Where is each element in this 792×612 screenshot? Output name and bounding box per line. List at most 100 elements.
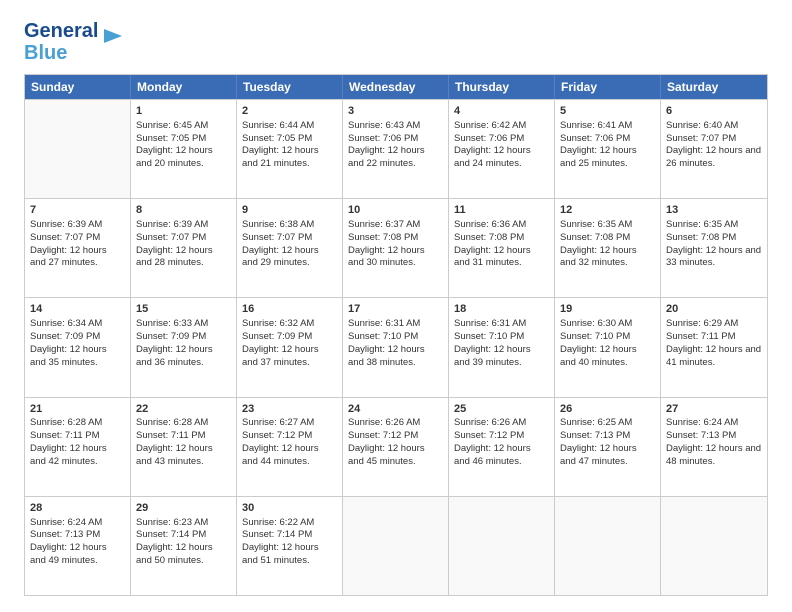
calendar-cell: 15Sunrise: 6:33 AMSunset: 7:09 PMDayligh…: [131, 298, 237, 396]
sunset-label: Sunset: 7:12 PM: [242, 430, 312, 441]
sunrise-label: Sunrise: 6:28 AM: [136, 417, 208, 428]
sunrise-label: Sunrise: 6:38 AM: [242, 219, 314, 230]
calendar-cell: 3Sunrise: 6:43 AMSunset: 7:06 PMDaylight…: [343, 100, 449, 198]
day-number: 22: [136, 402, 231, 417]
day-number: 30: [242, 501, 337, 516]
daylight-label: Daylight: 12 hours and 29 minutes.: [242, 245, 319, 269]
sunset-label: Sunset: 7:06 PM: [454, 133, 524, 144]
sunset-label: Sunset: 7:07 PM: [136, 232, 206, 243]
daylight-label: Daylight: 12 hours and 28 minutes.: [136, 245, 213, 269]
sunrise-label: Sunrise: 6:45 AM: [136, 120, 208, 131]
sunset-label: Sunset: 7:11 PM: [30, 430, 100, 441]
daylight-label: Daylight: 12 hours and 35 minutes.: [30, 344, 107, 368]
sunset-label: Sunset: 7:09 PM: [242, 331, 312, 342]
day-number: 20: [666, 302, 762, 317]
day-number: 28: [30, 501, 125, 516]
day-number: 9: [242, 203, 337, 218]
sunrise-label: Sunrise: 6:39 AM: [136, 219, 208, 230]
calendar-cell: 8Sunrise: 6:39 AMSunset: 7:07 PMDaylight…: [131, 199, 237, 297]
sunrise-label: Sunrise: 6:26 AM: [454, 417, 526, 428]
daylight-label: Daylight: 12 hours and 33 minutes.: [666, 245, 761, 269]
sunrise-label: Sunrise: 6:36 AM: [454, 219, 526, 230]
day-number: 18: [454, 302, 549, 317]
calendar-cell: 5Sunrise: 6:41 AMSunset: 7:06 PMDaylight…: [555, 100, 661, 198]
calendar-body: 1Sunrise: 6:45 AMSunset: 7:05 PMDaylight…: [25, 99, 767, 595]
sunrise-label: Sunrise: 6:35 AM: [560, 219, 632, 230]
sunset-label: Sunset: 7:13 PM: [560, 430, 630, 441]
sunrise-label: Sunrise: 6:27 AM: [242, 417, 314, 428]
daylight-label: Daylight: 12 hours and 36 minutes.: [136, 344, 213, 368]
daylight-label: Daylight: 12 hours and 46 minutes.: [454, 443, 531, 467]
logo-blue: Blue: [24, 42, 67, 64]
day-number: 10: [348, 203, 443, 218]
calendar-cell: 20Sunrise: 6:29 AMSunset: 7:11 PMDayligh…: [661, 298, 767, 396]
sunset-label: Sunset: 7:07 PM: [30, 232, 100, 243]
sunrise-label: Sunrise: 6:22 AM: [242, 517, 314, 528]
daylight-label: Daylight: 12 hours and 24 minutes.: [454, 145, 531, 169]
sunset-label: Sunset: 7:06 PM: [348, 133, 418, 144]
daylight-label: Daylight: 12 hours and 37 minutes.: [242, 344, 319, 368]
sunrise-label: Sunrise: 6:26 AM: [348, 417, 420, 428]
calendar-row: 7Sunrise: 6:39 AMSunset: 7:07 PMDaylight…: [25, 198, 767, 297]
sunrise-label: Sunrise: 6:31 AM: [348, 318, 420, 329]
daylight-label: Daylight: 12 hours and 27 minutes.: [30, 245, 107, 269]
daylight-label: Daylight: 12 hours and 50 minutes.: [136, 542, 213, 566]
calendar-cell: 1Sunrise: 6:45 AMSunset: 7:05 PMDaylight…: [131, 100, 237, 198]
daylight-label: Daylight: 12 hours and 47 minutes.: [560, 443, 637, 467]
sunrise-label: Sunrise: 6:39 AM: [30, 219, 102, 230]
sunset-label: Sunset: 7:08 PM: [666, 232, 736, 243]
sunrise-label: Sunrise: 6:24 AM: [30, 517, 102, 528]
calendar-row: 21Sunrise: 6:28 AMSunset: 7:11 PMDayligh…: [25, 397, 767, 496]
day-number: 13: [666, 203, 762, 218]
day-number: 29: [136, 501, 231, 516]
day-number: 1: [136, 104, 231, 119]
calendar-cell: 11Sunrise: 6:36 AMSunset: 7:08 PMDayligh…: [449, 199, 555, 297]
calendar-cell: 6Sunrise: 6:40 AMSunset: 7:07 PMDaylight…: [661, 100, 767, 198]
sunrise-label: Sunrise: 6:44 AM: [242, 120, 314, 131]
day-number: 3: [348, 104, 443, 119]
calendar-cell: [25, 100, 131, 198]
sunset-label: Sunset: 7:07 PM: [666, 133, 736, 144]
sunrise-label: Sunrise: 6:43 AM: [348, 120, 420, 131]
sunset-label: Sunset: 7:14 PM: [242, 529, 312, 540]
sunrise-label: Sunrise: 6:31 AM: [454, 318, 526, 329]
calendar-cell: 23Sunrise: 6:27 AMSunset: 7:12 PMDayligh…: [237, 398, 343, 496]
sunrise-label: Sunrise: 6:24 AM: [666, 417, 738, 428]
day-number: 4: [454, 104, 549, 119]
calendar-cell: [555, 497, 661, 595]
daylight-label: Daylight: 12 hours and 51 minutes.: [242, 542, 319, 566]
sunrise-label: Sunrise: 6:25 AM: [560, 417, 632, 428]
sunset-label: Sunset: 7:08 PM: [560, 232, 630, 243]
calendar-cell: 29Sunrise: 6:23 AMSunset: 7:14 PMDayligh…: [131, 497, 237, 595]
sunset-label: Sunset: 7:13 PM: [30, 529, 100, 540]
day-number: 17: [348, 302, 443, 317]
daylight-label: Daylight: 12 hours and 31 minutes.: [454, 245, 531, 269]
sunset-label: Sunset: 7:10 PM: [348, 331, 418, 342]
weekday-header: Monday: [131, 75, 237, 99]
sunrise-label: Sunrise: 6:33 AM: [136, 318, 208, 329]
sunset-label: Sunset: 7:11 PM: [666, 331, 736, 342]
sunrise-label: Sunrise: 6:32 AM: [242, 318, 314, 329]
sunrise-label: Sunrise: 6:41 AM: [560, 120, 632, 131]
calendar-row: 28Sunrise: 6:24 AMSunset: 7:13 PM Dayligh…: [25, 496, 767, 595]
daylight-label: Daylight: 12 hours and 41 minutes.: [666, 344, 761, 368]
sunrise-label: Sunrise: 6:40 AM: [666, 120, 738, 131]
day-number: 21: [30, 402, 125, 417]
sunset-label: Sunset: 7:09 PM: [30, 331, 100, 342]
day-number: 12: [560, 203, 655, 218]
sunrise-label: Sunrise: 6:28 AM: [30, 417, 102, 428]
sunrise-label: Sunrise: 6:37 AM: [348, 219, 420, 230]
calendar-cell: 13Sunrise: 6:35 AMSunset: 7:08 PMDayligh…: [661, 199, 767, 297]
logo: General Blue: [24, 20, 124, 64]
day-number: 7: [30, 203, 125, 218]
sunset-label: Sunset: 7:08 PM: [454, 232, 524, 243]
daylight-label: Daylight: 12 hours and 39 minutes.: [454, 344, 531, 368]
daylight-label: Daylight: 12 hours and 44 minutes.: [242, 443, 319, 467]
calendar-row: 1Sunrise: 6:45 AMSunset: 7:05 PMDaylight…: [25, 99, 767, 198]
sunset-label: Sunset: 7:14 PM: [136, 529, 206, 540]
calendar-cell: 30Sunrise: 6:22 AMSunset: 7:14 PM Dayligh…: [237, 497, 343, 595]
sunset-label: Sunset: 7:06 PM: [560, 133, 630, 144]
sunset-label: Sunset: 7:11 PM: [136, 430, 206, 441]
day-number: 14: [30, 302, 125, 317]
calendar: SundayMondayTuesdayWednesdayThursdayFrid…: [24, 74, 768, 596]
